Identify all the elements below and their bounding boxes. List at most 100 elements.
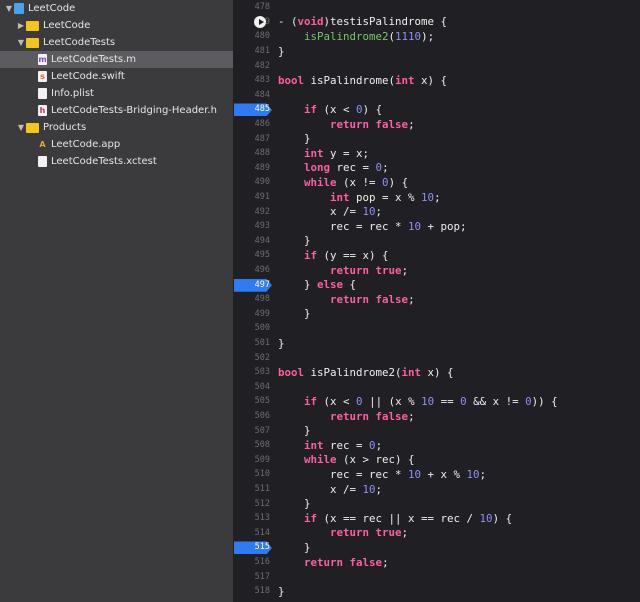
line-number[interactable]: 488 <box>234 148 270 158</box>
disclosure-triangle-icon[interactable]: ▶ <box>16 21 26 30</box>
line-number[interactable]: 483 <box>234 75 270 85</box>
line-number[interactable]: 504 <box>234 382 270 392</box>
navigator-item[interactable]: ▼ LeetCode <box>0 0 233 17</box>
code-line[interactable]: 494 } <box>234 234 640 249</box>
disclosure-triangle-icon[interactable]: ▼ <box>4 4 14 13</box>
line-number[interactable]: 486 <box>234 119 270 129</box>
line-number[interactable]: 482 <box>234 61 270 71</box>
line-number[interactable]: 500 <box>234 323 270 333</box>
line-number[interactable]: 493 <box>234 221 270 231</box>
line-number[interactable]: 513 <box>234 513 270 523</box>
code-line[interactable]: 503 bool isPalindrome2(int x) { <box>234 365 640 380</box>
line-number[interactable]: 484 <box>234 90 270 100</box>
code-line[interactable]: 517 <box>234 569 640 584</box>
line-number[interactable]: 487 <box>234 134 270 144</box>
line-number[interactable]: 510 <box>234 469 270 479</box>
line-number[interactable]: 508 <box>234 440 270 450</box>
line-number[interactable]: 494 <box>234 236 270 246</box>
line-number[interactable]: 501 <box>234 338 270 348</box>
code-line[interactable]: 496 return true; <box>234 263 640 278</box>
code-line[interactable]: 490 while (x != 0) { <box>234 175 640 190</box>
line-number[interactable]: 498 <box>234 294 270 304</box>
code-line[interactable]: 499 } <box>234 307 640 322</box>
code-line[interactable]: 480 isPalindrome2(1110); <box>234 29 640 44</box>
line-number[interactable]: 517 <box>234 572 270 582</box>
line-number[interactable]: 503 <box>234 367 270 377</box>
code-line[interactable]: 485 if (x < 0) { <box>234 102 640 117</box>
code-line[interactable]: 487 } <box>234 131 640 146</box>
code-line[interactable]: 492 x /= 10; <box>234 204 640 219</box>
line-number[interactable]: 509 <box>234 455 270 465</box>
line-number[interactable]: 502 <box>234 353 270 363</box>
code-line[interactable]: 481} <box>234 44 640 59</box>
line-number-breakpoint[interactable]: 515 <box>234 541 272 555</box>
navigator-item[interactable]: Info.plist <box>0 85 233 102</box>
code-line[interactable]: 507 } <box>234 423 640 438</box>
line-number[interactable]: 516 <box>234 557 270 567</box>
code-line[interactable]: 510 rec = rec * 10 + x % 10; <box>234 467 640 482</box>
code-line[interactable]: 516 return false; <box>234 555 640 570</box>
line-number[interactable]: 490 <box>234 177 270 187</box>
line-number[interactable]: 480 <box>234 31 270 41</box>
run-test-icon[interactable] <box>254 15 266 28</box>
code-line[interactable]: 514 return true; <box>234 526 640 541</box>
code-line[interactable]: 501} <box>234 336 640 351</box>
line-number[interactable]: 491 <box>234 192 270 202</box>
navigator-item[interactable]: ▶ LeetCode <box>0 17 233 34</box>
line-number[interactable]: 499 <box>234 309 270 319</box>
code-line[interactable]: 504 <box>234 380 640 395</box>
line-number-breakpoint[interactable]: 485 <box>234 103 272 117</box>
disclosure-triangle-icon[interactable]: ▼ <box>16 123 26 132</box>
line-number[interactable]: 506 <box>234 411 270 421</box>
code-line[interactable]: 511 x /= 10; <box>234 482 640 497</box>
line-number-text: 493 <box>254 221 270 232</box>
code-editor[interactable]: 478 479- (void)testisPalindrome {480 isPa… <box>234 0 640 602</box>
navigator-item[interactable]: ▼ Products <box>0 119 233 136</box>
code-line[interactable]: 488 int y = x; <box>234 146 640 161</box>
code-line[interactable]: 482 <box>234 58 640 73</box>
code-line[interactable]: 500 <box>234 321 640 336</box>
line-number-text: 490 <box>254 177 270 188</box>
code-line[interactable]: 484 <box>234 88 640 103</box>
navigator-item[interactable]: A LeetCode.app <box>0 136 233 153</box>
line-number[interactable]: 518 <box>234 586 270 596</box>
line-number[interactable]: 511 <box>234 484 270 494</box>
code-line[interactable]: 506 return false; <box>234 409 640 424</box>
code-line[interactable]: 483 bool isPalindrome(int x) { <box>234 73 640 88</box>
line-number[interactable]: 507 <box>234 426 270 436</box>
navigator-item[interactable]: LeetCodeTests.xctest <box>0 153 233 170</box>
code-line[interactable]: 489 long rec = 0; <box>234 161 640 176</box>
code-line[interactable]: 486 return false; <box>234 117 640 132</box>
navigator-item[interactable]: s LeetCode.swift <box>0 68 233 85</box>
line-number-breakpoint[interactable]: 497 <box>234 278 272 292</box>
code-line[interactable]: 513 if (x == rec || x == rec / 10) { <box>234 511 640 526</box>
line-number[interactable]: 492 <box>234 207 270 217</box>
code-line[interactable]: 515 } <box>234 540 640 555</box>
code-line[interactable]: 512 } <box>234 496 640 511</box>
code-line[interactable]: 508 int rec = 0; <box>234 438 640 453</box>
navigator-item[interactable]: h LeetCodeTests-Bridging-Header.h <box>0 102 233 119</box>
line-number[interactable]: 496 <box>234 265 270 275</box>
code-line[interactable]: 509 while (x > rec) { <box>234 453 640 468</box>
code-line[interactable]: 518} <box>234 584 640 599</box>
code-line[interactable]: 505 if (x < 0 || (x % 10 == 0 && x != 0)… <box>234 394 640 409</box>
disclosure-triangle-icon[interactable]: ▼ <box>16 38 26 47</box>
code-line[interactable]: 491 int pop = x % 10; <box>234 190 640 205</box>
code-line[interactable]: 502 <box>234 350 640 365</box>
code-line[interactable]: 479- (void)testisPalindrome { <box>234 15 640 30</box>
navigator-item[interactable]: m LeetCodeTests.m <box>0 51 233 68</box>
code-token: (x < <box>317 394 357 408</box>
code-line[interactable]: 478 <box>234 0 640 15</box>
line-number[interactable]: 505 <box>234 396 270 406</box>
code-line[interactable]: 493 rec = rec * 10 + pop; <box>234 219 640 234</box>
code-line[interactable]: 498 return false; <box>234 292 640 307</box>
line-number[interactable]: 514 <box>234 528 270 538</box>
line-number[interactable]: 478 <box>234 2 270 12</box>
code-line[interactable]: 495 if (y == x) { <box>234 248 640 263</box>
code-line[interactable]: 497 } else { <box>234 277 640 292</box>
line-number[interactable]: 495 <box>234 250 270 260</box>
navigator-item[interactable]: ▼ LeetCodeTests <box>0 34 233 51</box>
line-number[interactable]: 512 <box>234 499 270 509</box>
line-number[interactable]: 489 <box>234 163 270 173</box>
line-number[interactable]: 481 <box>234 46 270 56</box>
